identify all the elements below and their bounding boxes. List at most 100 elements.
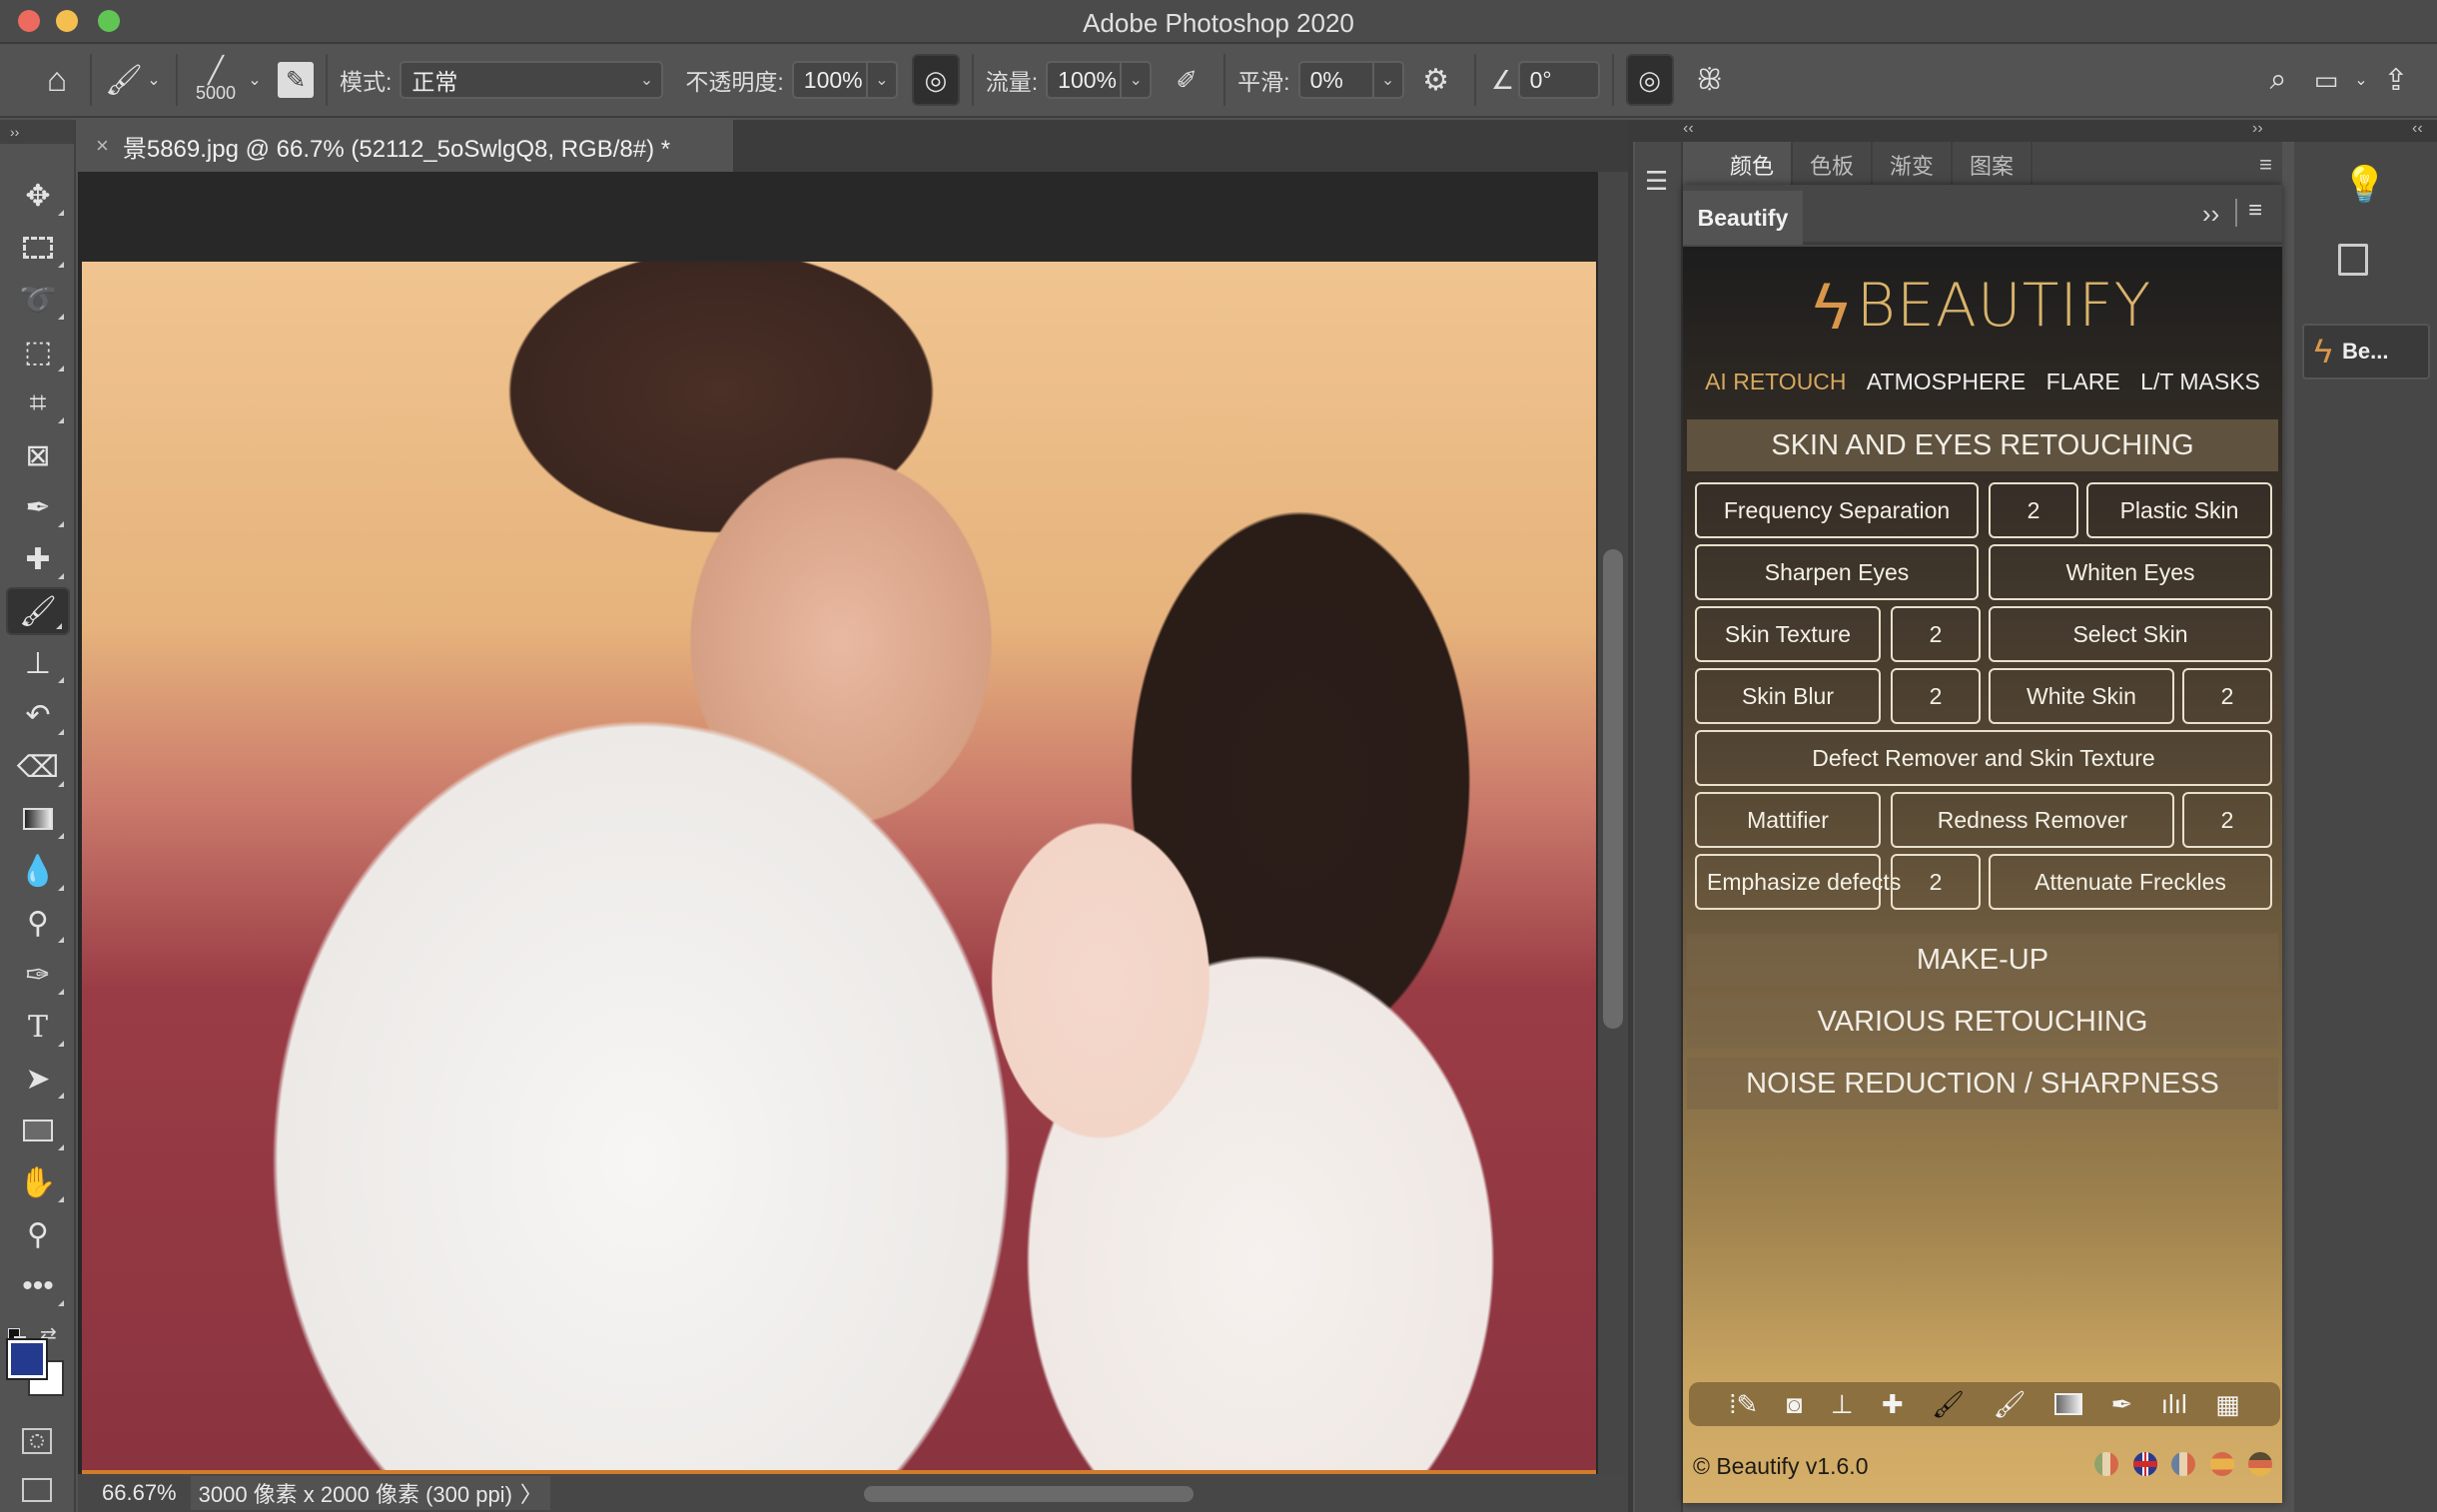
flag-germany-icon[interactable] [2248,1451,2272,1476]
section-make-up[interactable]: MAKE-UP [1687,934,2278,986]
chevron-down-icon[interactable]: ⌄ [2349,70,2373,90]
flow-input[interactable]: 100% ⌄ [1046,61,1153,99]
marquee-tool[interactable] [6,224,70,272]
section-noise-reduction[interactable]: NOISE REDUCTION / SHARPNESS [1687,1058,2278,1110]
type-tool[interactable]: T [6,1003,70,1051]
flag-france-icon[interactable] [2171,1451,2196,1476]
chevron-down-icon[interactable]: ⌄ [865,63,896,97]
blur-tool[interactable]: 💧 [6,847,70,895]
vertical-scroll-thumb[interactable] [1603,549,1623,1029]
brush-size-picker[interactable]: ╱ 5000 [190,44,242,116]
collapse-panels-left-button[interactable]: ‹‹ [1683,120,1694,138]
expand-panels-button[interactable]: ›› [2252,120,2263,138]
white-skin-2-button[interactable]: 2 [2182,668,2272,724]
brush-tool[interactable]: 🖌 [6,587,70,635]
eyedropper-icon[interactable]: ✒ [2111,1389,2133,1420]
crop-tool[interactable]: ⌗ [6,379,70,427]
pressure-opacity-icon[interactable]: ◎ [911,54,960,106]
gear-icon[interactable]: ⚙ [1410,63,1462,98]
tab-patterns[interactable]: 图案 [1953,142,2032,188]
share-icon[interactable]: ⇪ [2373,63,2419,98]
gradient-icon[interactable] [2054,1393,2083,1415]
chevron-down-icon[interactable]: ⌄ [1120,63,1150,97]
panel-menu-icon[interactable]: ≡ [2248,197,2262,225]
workspace-icon[interactable]: ▭ [2303,65,2349,96]
chevron-down-icon[interactable]: ⌄ [1371,63,1402,97]
lightbulb-icon[interactable]: 💡 [2342,164,2387,206]
redness-remover-button[interactable]: Redness Remover [1891,792,2174,848]
gradient-tool[interactable] [6,795,70,843]
hand-tool[interactable]: ✋ [6,1158,70,1206]
symmetry-butterfly-icon[interactable]: ꕥ [1684,64,1736,97]
document-tab[interactable]: × 景5869.jpg @ 66.7% (52112_5oSwlgQ8, RGB… [78,120,733,172]
clone-stamp-tool[interactable]: ⊥ [6,639,70,687]
curves-grid-icon[interactable]: ▦ [2215,1389,2240,1420]
histogram-icon[interactable]: ılıl [2161,1389,2187,1420]
skin-texture-button[interactable]: Skin Texture [1695,606,1881,662]
flag-italy-icon[interactable] [2094,1451,2119,1476]
smoothing-input[interactable]: 0% ⌄ [1297,61,1404,99]
history-icon[interactable]: ☰ [1645,166,1668,197]
nav-ai-retouch[interactable]: AI RETOUCH [1705,369,1846,394]
skin-blur-button[interactable]: Skin Blur [1695,668,1881,724]
nav-lt-masks[interactable]: L/T MASKS [2140,369,2260,394]
panel-menu-icon[interactable]: ≡ [2259,152,2272,178]
zoom-level[interactable]: 66.67% [102,1480,177,1506]
document-image[interactable] [82,262,1596,1474]
redness-remover-2-button[interactable]: 2 [2182,792,2272,848]
move-tool[interactable]: ✥ [6,172,70,220]
search-icon[interactable]: ⌕ [2253,63,2303,97]
document-info[interactable]: 3000 像素 x 2000 像素 (300 ppi) 〉 [190,1476,550,1510]
frequency-separation-2-button[interactable]: 2 [1989,482,2078,538]
pressure-size-icon[interactable]: ◎ [1625,54,1674,106]
screen-mode-button[interactable] [22,1478,52,1502]
mask-icon[interactable]: ◙ [1787,1389,1803,1420]
attenuate-freckles-button[interactable]: Attenuate Freckles [1989,854,2272,910]
tab-color[interactable]: 颜色 [1713,142,1793,188]
lasso-tool[interactable]: ➰ [6,276,70,324]
brush-preset-icon[interactable]: 🖌 [104,63,144,98]
blend-mode-select[interactable]: 正常 ⌄ [400,61,664,99]
pen-tool[interactable]: ✑ [6,951,70,999]
zoom-tool[interactable]: ⚲ [6,1210,70,1258]
collapse-panels-right-button[interactable]: ‹‹ [2412,120,2423,138]
selection-brush-icon[interactable]: ⁞✎ [1729,1389,1758,1420]
chevron-down-icon[interactable]: ⌄ [242,70,268,90]
section-skin-and-eyes[interactable]: SKIN AND EYES RETOUCHING [1687,419,2278,471]
quick-mask-button[interactable] [22,1428,52,1454]
home-icon[interactable]: ⌂ [36,61,78,100]
beautify-tab[interactable]: Beautify [1683,191,1803,245]
nav-flare[interactable]: FLARE [2046,369,2120,394]
rectangle-tool[interactable] [6,1107,70,1154]
libraries-icon[interactable] [2338,244,2368,276]
airbrush-icon[interactable]: ✐ [1162,65,1212,96]
eraser-tool[interactable]: ⌫ [6,743,70,791]
tab-swatches[interactable]: 色板 [1793,142,1873,188]
brush-settings-panel-icon[interactable]: ✎ [278,62,314,98]
nav-atmosphere[interactable]: ATMOSPHERE [1867,369,2026,394]
section-various-retouching[interactable]: VARIOUS RETOUCHING [1687,996,2278,1048]
white-brush-icon[interactable]: 🖌 [1994,1389,2027,1420]
flag-spain-icon[interactable] [2209,1451,2234,1476]
frequency-separation-button[interactable]: Frequency Separation [1695,482,1979,538]
dock-divider[interactable] [1628,120,1633,1512]
plastic-skin-button[interactable]: Plastic Skin [2086,482,2272,538]
edit-toolbar-button[interactable]: ••• [6,1262,70,1310]
expand-panel-button[interactable]: ›› [2202,199,2219,230]
foreground-color-swatch[interactable] [6,1338,48,1380]
dodge-tool[interactable]: ⚲ [6,899,70,947]
healing-icon[interactable]: ✚ [1882,1389,1904,1420]
stamp-icon[interactable]: ⊥ [1831,1389,1854,1420]
tab-gradients[interactable]: 渐变 [1873,142,1953,188]
flag-uk-icon[interactable] [2132,1451,2157,1476]
beautify-dock-item[interactable]: ϟ Be... [2302,324,2430,379]
frame-tool[interactable]: ⊠ [6,431,70,479]
sharpen-eyes-button[interactable]: Sharpen Eyes [1695,544,1979,600]
chevron-down-icon[interactable]: ⌄ [144,70,164,90]
object-selection-tool[interactable]: ⬚ [6,328,70,376]
black-brush-icon[interactable]: 🖌 [1932,1389,1965,1420]
mattifier-button[interactable]: Mattifier [1695,792,1881,848]
opacity-input[interactable]: 100% ⌄ [791,61,898,99]
eyedropper-tool[interactable]: ✒ [6,483,70,531]
history-brush-tool[interactable]: ↶ [6,691,70,739]
